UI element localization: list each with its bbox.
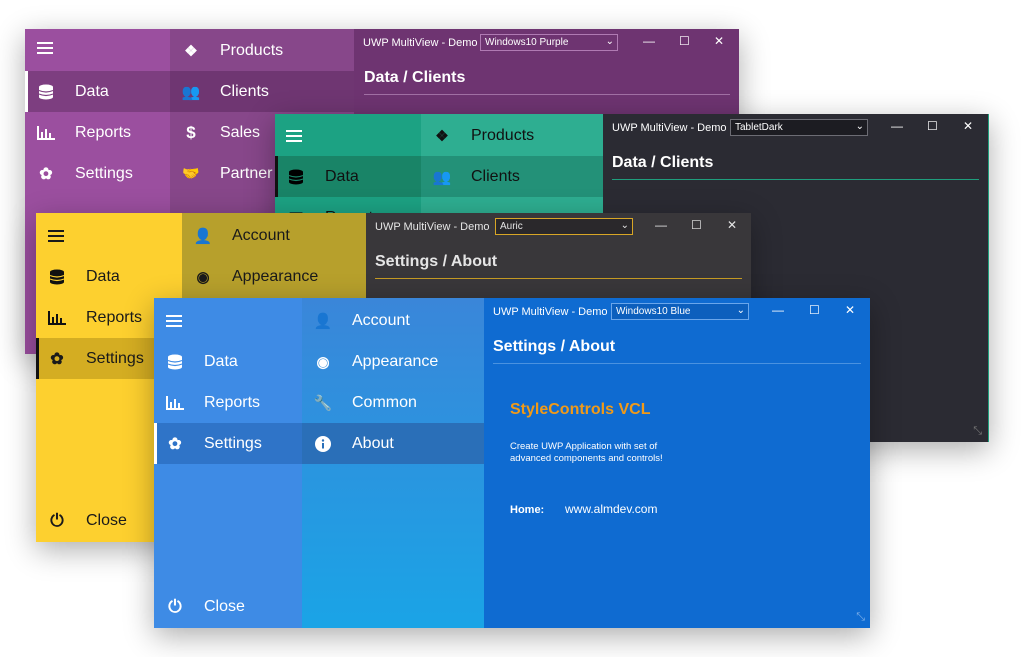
cubes-icon: ❖ (184, 42, 198, 60)
nav-item-data[interactable]: Data (154, 341, 302, 382)
sub-item-partners[interactable]: 🤝 Partner (170, 153, 272, 194)
description-line-1: Create UWP Application with set of (510, 441, 658, 452)
window-title: UWP MultiView - Demo (612, 122, 727, 134)
home-link[interactable]: www.almdev.com (565, 502, 657, 516)
power-icon: ⏻ (168, 596, 182, 616)
app-name: StyleControls VCL (510, 401, 651, 418)
bar-chart-icon (35, 125, 57, 140)
chevron-down-icon: ⌄ (736, 305, 745, 316)
description-line-2: advanced components and controls! (510, 453, 663, 464)
sub-item-appearance[interactable]: ◉ Appearance (302, 341, 438, 382)
nav-item-data[interactable]: Data (275, 156, 421, 197)
wrench-icon: 🔧 (313, 394, 333, 412)
hamburger-icon[interactable] (286, 127, 302, 143)
window-title: UWP MultiView - Demo (493, 306, 608, 318)
sub-item-products[interactable]: ❖ Products (421, 115, 534, 156)
sub-item-appearance[interactable]: ◉ Appearance (182, 256, 318, 297)
maximize-icon[interactable]: ☐ (679, 34, 690, 48)
title-bar: UWP MultiView - Demo TabletDark ⌄ — ☐ ✕ (603, 114, 988, 142)
hamburger-icon[interactable] (37, 39, 53, 55)
gear-icon: ✿ (50, 350, 64, 368)
info-icon (312, 435, 334, 452)
nav-item-reports[interactable]: Reports (25, 112, 170, 153)
chevron-down-icon: ⌄ (620, 220, 629, 231)
power-icon: ⏻ (50, 510, 64, 530)
dollar-icon: $ (186, 122, 196, 142)
page-title: Data / Clients (364, 69, 466, 86)
sub-item-common[interactable]: 🔧 Common (302, 382, 417, 423)
nav-item-reports[interactable]: Reports (154, 382, 302, 423)
bar-chart-icon (46, 310, 68, 325)
gear-icon: ✿ (168, 435, 182, 453)
maximize-icon[interactable]: ☐ (809, 303, 820, 317)
sub-item-about[interactable]: About (302, 423, 484, 464)
close-icon[interactable]: ✕ (845, 303, 855, 317)
sub-item-clients[interactable]: 👥 Clients (421, 156, 603, 197)
resize-grip-icon[interactable]: ⤡ (856, 611, 865, 624)
theme-combo[interactable]: Windows10 Blue ⌄ (611, 303, 749, 320)
maximize-icon[interactable]: ☐ (691, 218, 702, 232)
theme-combo[interactable]: Windows10 Purple ⌄ (480, 34, 618, 51)
nav-pane: Data Reports ✿ Settings ⏻ Close (154, 298, 302, 628)
eye-icon: ◉ (316, 353, 330, 371)
header-divider (375, 278, 742, 279)
nav-label: Reports (75, 123, 132, 141)
minimize-icon[interactable]: — (655, 218, 667, 232)
header-divider (364, 94, 730, 95)
hamburger-icon[interactable] (166, 312, 182, 328)
close-icon[interactable]: ✕ (963, 119, 973, 133)
close-icon[interactable]: ✕ (714, 34, 724, 48)
window-title: UWP MultiView - Demo (363, 37, 478, 49)
gear-icon: ✿ (39, 165, 53, 183)
window-title: UWP MultiView - Demo (375, 221, 490, 233)
title-bar: UWP MultiView - Demo Windows10 Purple ⌄ —… (354, 29, 739, 57)
sub-item-sales[interactable]: $ Sales (170, 112, 260, 153)
user-icon: 👤 (193, 227, 213, 245)
resize-grip-icon[interactable]: ⤡ (973, 425, 982, 438)
nav-label: Data (75, 82, 109, 100)
header-divider (493, 363, 861, 364)
nav-item-settings[interactable]: ✿ Settings (25, 153, 170, 194)
chevron-down-icon: ⌄ (605, 36, 614, 47)
database-icon (46, 269, 68, 285)
theme-combo[interactable]: TabletDark ⌄ (730, 119, 868, 136)
minimize-icon[interactable]: — (643, 34, 655, 48)
hamburger-icon[interactable] (48, 227, 64, 243)
nav-label: Settings (75, 164, 133, 182)
sub-item-account[interactable]: 👤 Account (302, 300, 410, 341)
home-label: Home: (510, 504, 545, 516)
eye-icon: ◉ (196, 268, 210, 286)
minimize-icon[interactable]: — (891, 119, 903, 133)
header-divider (612, 179, 979, 180)
theme-combo[interactable]: Auric ⌄ (495, 218, 633, 235)
users-icon: 👥 (432, 168, 452, 186)
page-title: Settings / About (375, 253, 498, 270)
bar-chart-icon (164, 395, 186, 410)
nav-item-data[interactable]: Data (25, 71, 170, 112)
nav-item-close[interactable]: ⏻ Close (154, 586, 302, 627)
database-icon (164, 354, 186, 370)
handshake-icon: 🤝 (182, 165, 200, 181)
chevron-down-icon: ⌄ (855, 121, 864, 132)
user-icon: 👤 (313, 312, 333, 330)
minimize-icon[interactable]: — (772, 303, 784, 317)
database-icon (35, 84, 57, 100)
page-title: Data / Clients (612, 154, 714, 171)
database-icon (285, 169, 307, 185)
maximize-icon[interactable]: ☐ (927, 119, 938, 133)
sub-item-products[interactable]: ❖ Products (170, 30, 283, 71)
sub-item-account[interactable]: 👤 Account (182, 215, 290, 256)
title-bar: UWP MultiView - Demo Windows10 Blue ⌄ — ☐… (484, 298, 870, 326)
users-icon: 👥 (181, 83, 201, 101)
cubes-icon: ❖ (435, 127, 449, 145)
title-bar: UWP MultiView - Demo Auric ⌄ — ☐ ✕ (366, 213, 751, 241)
page-title: Settings / About (493, 338, 616, 355)
nav-item-settings[interactable]: ✿ Settings (154, 423, 302, 464)
nav-item-data[interactable]: Data (36, 256, 182, 297)
sub-pane: 👤 Account ◉ Appearance 🔧 Common About (302, 298, 484, 628)
window-blue: Data Reports ✿ Settings ⏻ Close 👤 Accoun… (154, 298, 870, 628)
close-icon[interactable]: ✕ (727, 218, 737, 232)
sub-item-clients[interactable]: 👥 Clients (170, 71, 354, 112)
